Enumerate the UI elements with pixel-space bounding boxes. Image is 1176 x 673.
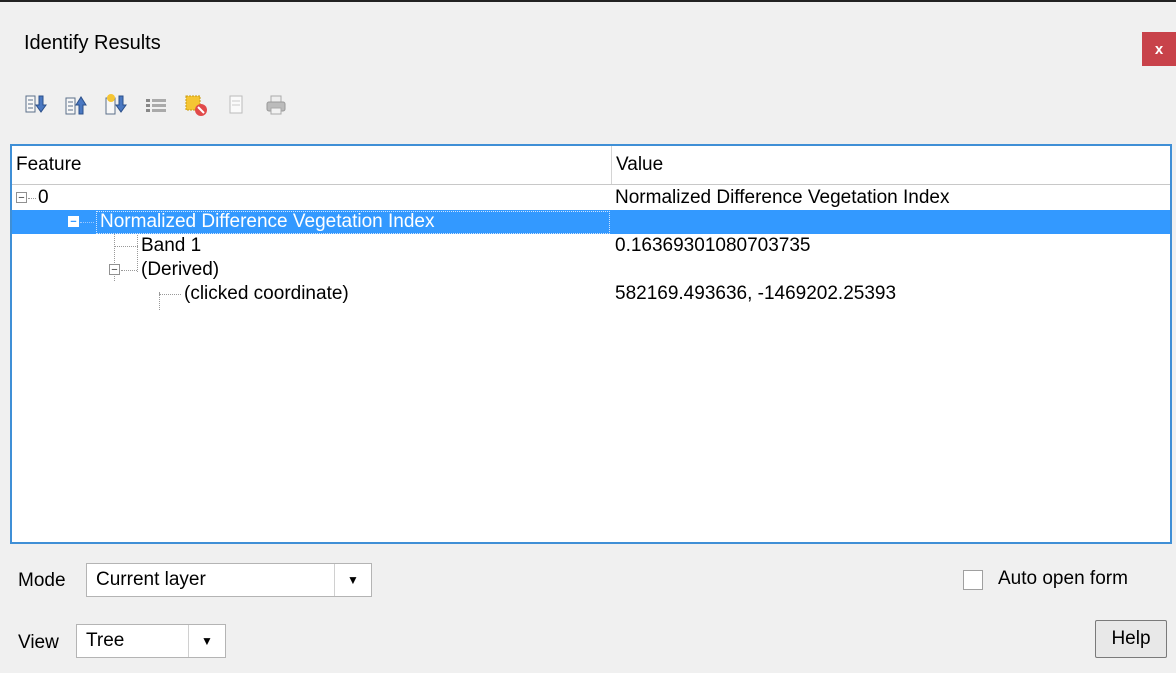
title-bar: Identify Results x: [0, 2, 1176, 70]
tree-row[interactable]: (clicked coordinate) 582169.493636, -146…: [12, 282, 1170, 306]
expand-all-icon: [25, 95, 47, 113]
tree-branch-line: [114, 246, 138, 247]
view-select[interactable]: Tree ▼: [76, 624, 226, 658]
tree-branch-line: [159, 294, 181, 295]
open-form-icon: [146, 99, 166, 112]
tree-row[interactable]: Band 1 0.16369301080703735: [12, 234, 1170, 258]
window-title: Identify Results: [24, 32, 161, 54]
chevron-down-icon[interactable]: ▼: [188, 625, 225, 657]
open-form-button[interactable]: [142, 91, 170, 119]
close-button[interactable]: x: [1142, 32, 1176, 66]
tree-branch-line: [121, 270, 137, 271]
feature-cell: Band 1: [141, 235, 202, 256]
tree-row-selected[interactable]: − Normalized Difference Vegetation Index: [12, 210, 1170, 234]
auto-open-form-checkbox[interactable]: [963, 570, 983, 590]
expand-new-results-icon: [105, 94, 127, 115]
tree-row[interactable]: − 0 Normalized Difference Vegetation Ind…: [12, 186, 1170, 210]
value-cell: 0.16369301080703735: [615, 235, 811, 256]
value-cell: Normalized Difference Vegetation Index: [615, 187, 950, 208]
tree-header: Feature Value: [12, 146, 1170, 185]
feature-cell: 0: [38, 187, 49, 208]
tree-branch-line: [80, 222, 94, 223]
collapse-all-icon: [65, 96, 87, 115]
footer: Mode Current layer ▼ View Tree ▼ Auto op…: [0, 546, 1176, 673]
collapse-icon[interactable]: −: [109, 264, 120, 276]
collapse-icon[interactable]: −: [68, 216, 79, 228]
value-cell: 582169.493636, -1469202.25393: [615, 283, 897, 304]
column-header-feature[interactable]: Feature: [12, 146, 612, 184]
column-header-value[interactable]: Value: [612, 146, 1170, 184]
chevron-down-icon[interactable]: ▼: [334, 564, 371, 596]
tree-branch-line: [28, 198, 36, 199]
toolbar: [22, 88, 302, 122]
mode-select[interactable]: Current layer ▼: [86, 563, 372, 597]
print-button[interactable]: [262, 91, 290, 119]
mode-label: Mode: [18, 570, 66, 591]
feature-cell: Normalized Difference Vegetation Index: [100, 211, 435, 232]
copy-feature-icon: [229, 95, 243, 114]
feature-cell: (clicked coordinate): [184, 283, 349, 304]
collapse-all-button[interactable]: [62, 91, 90, 119]
expand-all-button[interactable]: [22, 91, 50, 119]
clear-results-icon: [185, 95, 207, 116]
mode-select-value: Current layer: [96, 569, 206, 590]
view-select-value: Tree: [86, 630, 125, 651]
close-icon: x: [1154, 40, 1164, 58]
feature-cell: (Derived): [141, 259, 220, 280]
help-button[interactable]: Help: [1095, 620, 1167, 658]
clear-results-button[interactable]: [182, 91, 210, 119]
tree-row[interactable]: − (Derived): [12, 258, 1170, 282]
copy-feature-button[interactable]: [222, 91, 250, 119]
print-icon: [266, 95, 286, 115]
expand-new-results-button[interactable]: [102, 91, 130, 119]
collapse-icon[interactable]: −: [16, 192, 27, 204]
auto-open-form-label[interactable]: Auto open form: [998, 568, 1128, 590]
identify-results-tree[interactable]: Feature Value − 0 Normalized Difference …: [10, 144, 1172, 544]
view-label: View: [18, 632, 59, 653]
